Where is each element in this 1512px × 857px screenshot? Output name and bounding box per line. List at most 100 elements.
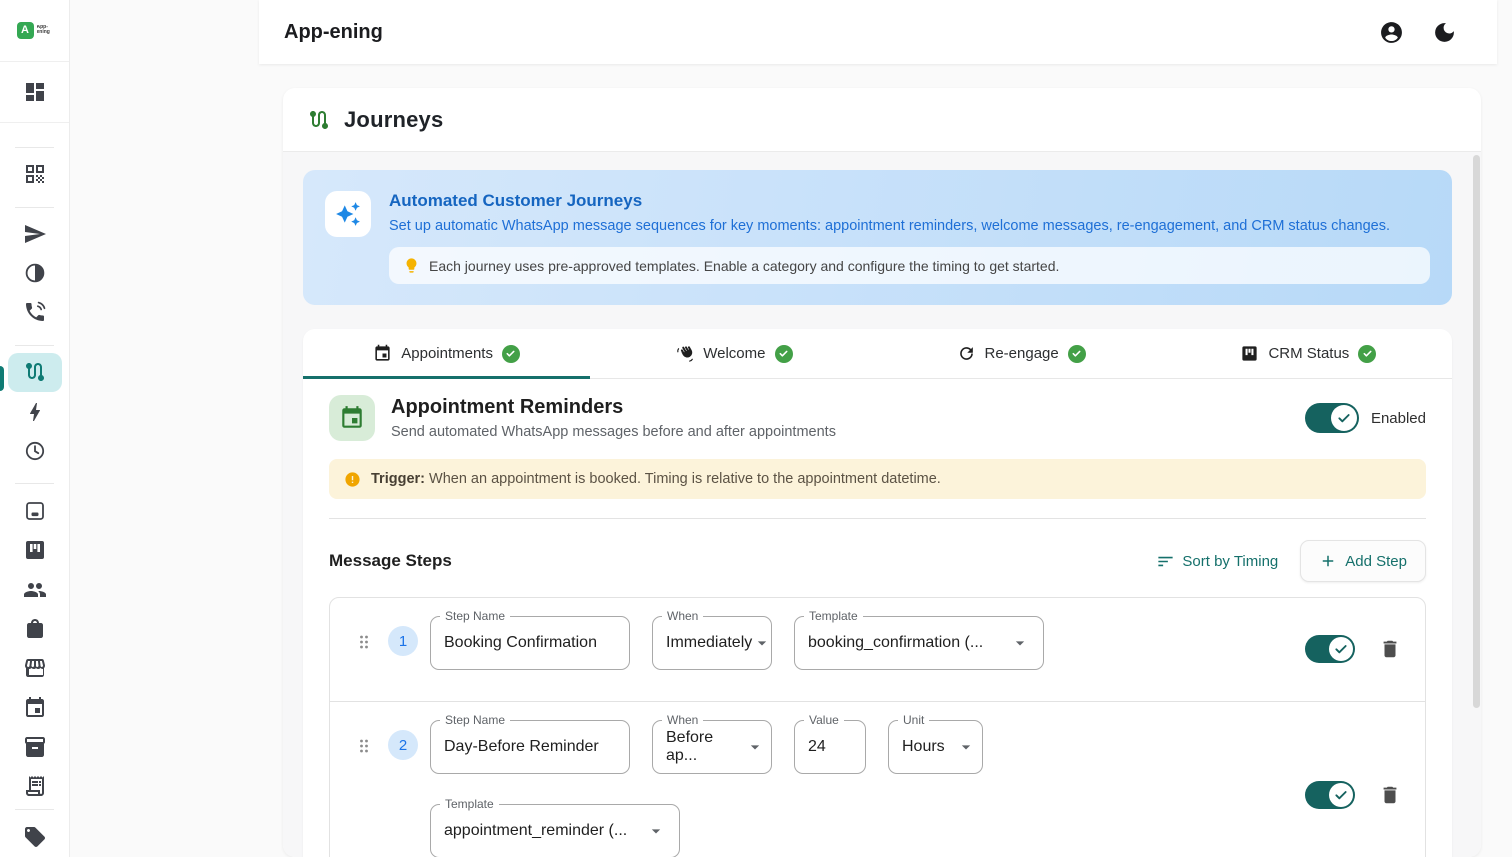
logo-wordmark: App-ening [37, 25, 53, 35]
app-logo[interactable]: A App-ening [0, 0, 69, 62]
banner-tip: Each journey uses pre-approved templates… [389, 247, 1430, 284]
sparkles-icon [325, 191, 371, 237]
banner-title: Automated Customer Journeys [389, 191, 1430, 211]
sort-icon [1156, 552, 1175, 571]
tab-re-engage[interactable]: Re-engage [878, 329, 1165, 378]
verified-badge-icon [775, 345, 793, 363]
tag-icon [23, 825, 47, 849]
drag-handle[interactable] [354, 632, 374, 670]
sidebar-item-calendar[interactable] [0, 688, 69, 727]
sidebar-item-tags[interactable] [0, 818, 69, 857]
sidebar-item-dashboard[interactable] [23, 72, 47, 112]
enabled-toggle[interactable] [1305, 403, 1359, 433]
tab-label: Re-engage [985, 345, 1059, 362]
template-select[interactable]: Template appointment_reminder (... [430, 804, 680, 857]
divider [15, 809, 54, 810]
step-name-input[interactable] [444, 634, 616, 652]
step-number: 1 [388, 626, 418, 656]
calendar-icon [329, 395, 375, 441]
delete-step-button[interactable] [1379, 638, 1401, 660]
trigger-text: When an appointment is booked. Timing is… [429, 471, 941, 487]
chevron-down-icon [745, 737, 765, 757]
sidebar-item-qr[interactable] [0, 155, 69, 194]
sidebar-item-calls[interactable] [0, 293, 69, 332]
tab-welcome[interactable]: Welcome [590, 329, 877, 378]
alert-icon [344, 471, 361, 488]
sidebar-item-contrast[interactable] [0, 253, 69, 292]
delete-step-button[interactable] [1379, 784, 1401, 806]
banner-description: Set up automatic WhatsApp message sequen… [389, 218, 1430, 234]
sidebar-item-contacts[interactable] [0, 570, 69, 609]
step-enabled-toggle[interactable] [1305, 781, 1355, 809]
sidebar-item-store[interactable] [0, 649, 69, 688]
value-field[interactable]: Value [794, 720, 866, 774]
trash-icon [1379, 784, 1401, 806]
sidebar-item-products[interactable] [0, 609, 69, 648]
theme-toggle-button[interactable] [1432, 20, 1457, 45]
plus-icon [1319, 552, 1337, 570]
sidebar-item-send[interactable] [0, 214, 69, 253]
drag-dots-icon [354, 736, 374, 756]
field-label: Template [804, 609, 863, 623]
sidebar-item-journeys[interactable] [8, 353, 62, 392]
step-row-2: 2 Step Name When Before ap... [330, 701, 1425, 857]
appointments-panel: Appointment Reminders Send automated Wha… [303, 379, 1452, 857]
sort-by-timing-button[interactable]: Sort by Timing [1156, 552, 1278, 571]
step-enabled-toggle[interactable] [1305, 635, 1355, 663]
tab-appointments[interactable]: Appointments [303, 329, 590, 378]
phone-icon [23, 300, 47, 324]
step-number: 2 [388, 730, 418, 760]
account-button[interactable] [1379, 20, 1404, 45]
step-name-field[interactable]: Step Name [430, 720, 630, 774]
step-name-input[interactable] [444, 738, 616, 756]
divider [15, 483, 54, 484]
divider [15, 345, 54, 346]
sidebar-item-archive[interactable] [0, 727, 69, 766]
logo-badge: A [17, 22, 34, 39]
sidebar-item-kanban[interactable] [0, 531, 69, 570]
scrollbar-thumb[interactable] [1473, 155, 1480, 708]
field-label: When [662, 609, 703, 623]
bolt-icon [23, 400, 47, 424]
tab-label: CRM Status [1268, 345, 1349, 362]
toggle-check-icon [1329, 637, 1353, 661]
app-title: App-ening [284, 21, 383, 44]
qr-code-icon [23, 162, 47, 186]
dashboard-icon [23, 80, 47, 104]
archive-icon [23, 735, 47, 759]
page-title: Journeys [344, 107, 443, 133]
field-label: When [662, 713, 703, 727]
inbox-icon [23, 499, 47, 523]
value-input[interactable] [808, 738, 852, 756]
clock-icon [23, 439, 47, 463]
sidebar-item-schedule[interactable] [0, 431, 69, 470]
top-header: App-ening [259, 0, 1497, 64]
storefront-icon [23, 656, 47, 680]
section-subtitle: Send automated WhatsApp messages before … [391, 424, 836, 440]
active-indicator [0, 366, 4, 391]
template-select[interactable]: Template booking_confirmation (... [794, 616, 1044, 670]
tab-label: Welcome [703, 345, 765, 362]
lightbulb-icon [403, 257, 420, 274]
step-row-1: 1 Step Name When Immediately [330, 598, 1425, 701]
step-name-field[interactable]: Step Name [430, 616, 630, 670]
add-step-button[interactable]: Add Step [1300, 540, 1426, 582]
unit-select[interactable]: Unit Hours [888, 720, 983, 774]
when-select[interactable]: When Immediately [652, 616, 772, 670]
sidebar-item-automations[interactable] [0, 392, 69, 431]
people-icon [23, 578, 47, 602]
tab-crm-status[interactable]: CRM Status [1165, 329, 1452, 378]
sidebar-item-inbox[interactable] [0, 492, 69, 531]
verified-badge-icon [1068, 345, 1086, 363]
drag-dots-icon [354, 632, 374, 652]
drag-handle[interactable] [354, 736, 374, 857]
page-header: Journeys [283, 88, 1481, 152]
when-select[interactable]: When Before ap... [652, 720, 772, 774]
field-label: Template [440, 797, 499, 811]
field-label: Step Name [440, 713, 510, 727]
sidebar-item-orders[interactable] [0, 766, 69, 805]
steps-list: 1 Step Name When Immediately [329, 597, 1426, 857]
bag-icon [23, 617, 47, 641]
when-value: Immediately [666, 634, 752, 652]
message-steps-title: Message Steps [329, 551, 452, 571]
